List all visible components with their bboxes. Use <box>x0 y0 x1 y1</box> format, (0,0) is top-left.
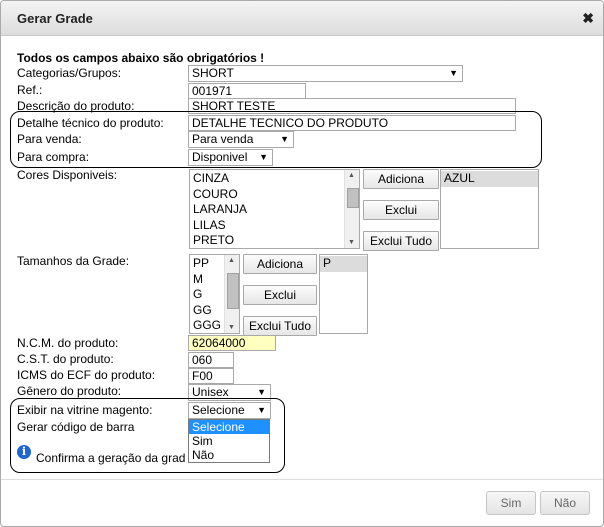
chevron-down-icon: ▼ <box>280 134 289 144</box>
list-item[interactable]: CINZA <box>190 171 359 187</box>
footer-divider <box>1 479 603 480</box>
list-item[interactable]: LARANJA <box>190 202 359 218</box>
list-item[interactable]: P <box>320 256 367 272</box>
icms-input[interactable]: F00 <box>188 368 234 384</box>
tamanhos-available-list[interactable]: PP M G GG GGG ▲ ▼ <box>189 254 240 334</box>
vitrine-select[interactable]: Selecione ▼ <box>188 402 271 419</box>
tamanhos-exclui-tudo-button[interactable]: Exclui Tudo <box>243 316 317 336</box>
sim-button[interactable]: Sim <box>486 491 536 515</box>
cores-scrollbar[interactable]: ▲ ▼ <box>344 170 359 248</box>
list-item[interactable]: LILAS <box>190 218 359 234</box>
tamanhos-label: Tamanhos da Grade: <box>17 254 130 268</box>
categorias-label: Categorias/Grupos: <box>17 66 122 80</box>
ref-label: Ref.: <box>17 83 43 97</box>
chevron-down-icon: ▼ <box>259 152 268 162</box>
close-icon[interactable]: ✖ <box>582 10 594 27</box>
gerar-grade-dialog: Gerar Grade ✖ Todos os campos abaixo são… <box>0 0 604 527</box>
scroll-thumb[interactable] <box>227 273 239 309</box>
cores-selected-list[interactable]: AZUL <box>440 169 539 249</box>
para-compra-label: Para compra: <box>17 150 90 164</box>
scroll-up-icon[interactable]: ▲ <box>228 257 235 264</box>
cores-exclui-tudo-button[interactable]: Exclui Tudo <box>363 231 439 251</box>
ref-input[interactable]: 001971 <box>188 83 306 99</box>
dropdown-option-sim[interactable]: Sim <box>189 434 269 448</box>
required-notice: Todos os campos abaixo são obrigatórios … <box>17 51 265 65</box>
tamanhos-selected-list[interactable]: P <box>319 254 368 334</box>
cores-adiciona-button[interactable]: Adiciona <box>363 169 439 189</box>
para-venda-select[interactable]: Para venda ▼ <box>188 131 294 148</box>
categorias-select[interactable]: SHORT ▼ <box>188 65 463 82</box>
cores-available-list[interactable]: CINZA COURO LARANJA LILAS PRETO ▲ ▼ <box>189 169 360 249</box>
tamanhos-scrollbar[interactable]: ▲ ▼ <box>224 255 239 333</box>
confirma-text: Confirma a geração da grad <box>36 451 186 465</box>
vitrine-select-value: Selecione <box>192 403 245 417</box>
icms-label: ICMS do ECF do produto: <box>17 368 156 382</box>
dropdown-option-nao[interactable]: Não <box>189 448 269 462</box>
genero-label: Gênero do produto: <box>17 384 122 398</box>
scroll-up-icon[interactable]: ▲ <box>348 172 355 179</box>
cst-label: C.S.T. do produto: <box>17 352 114 366</box>
scroll-down-icon[interactable]: ▼ <box>348 239 355 246</box>
chevron-down-icon: ▼ <box>449 68 458 78</box>
tamanhos-adiciona-button[interactable]: Adiciona <box>243 254 317 274</box>
list-item[interactable]: AZUL <box>441 171 538 187</box>
vitrine-label: Exibir na vitrine magento: <box>17 403 153 417</box>
cst-input[interactable]: 060 <box>188 352 234 368</box>
dialog-titlebar: Gerar Grade ✖ <box>1 1 603 36</box>
para-venda-label: Para venda: <box>17 132 82 146</box>
list-item[interactable]: PRETO <box>190 233 359 248</box>
scroll-thumb[interactable] <box>347 188 359 208</box>
info-icon: i <box>17 445 31 459</box>
vitrine-dropdown-list[interactable]: Selecione Sim Não <box>188 419 270 463</box>
list-item[interactable]: COURO <box>190 187 359 203</box>
dialog-title: Gerar Grade <box>17 11 93 26</box>
cores-label: Cores Disponiveis: <box>17 168 118 182</box>
categorias-select-value: SHORT <box>192 66 234 80</box>
para-compra-select[interactable]: Disponivel ▼ <box>188 149 273 166</box>
detalhe-label: Detalhe técnico do produto: <box>17 116 164 130</box>
cores-exclui-button[interactable]: Exclui <box>363 200 439 220</box>
para-venda-select-value: Para venda <box>192 132 254 146</box>
ncm-input[interactable]: 62064000 <box>188 335 276 351</box>
barra-label: Gerar código de barra <box>17 420 135 434</box>
dropdown-option-selecione[interactable]: Selecione <box>189 420 269 434</box>
genero-select-value: Unisex <box>192 385 229 399</box>
ncm-label: N.C.M. do produto: <box>17 336 119 350</box>
para-compra-select-value: Disponivel <box>192 150 248 164</box>
tamanhos-exclui-button[interactable]: Exclui <box>243 285 317 305</box>
detalhe-input[interactable]: DETALHE TECNICO DO PRODUTO <box>188 115 516 131</box>
chevron-down-icon: ▼ <box>257 405 266 415</box>
scroll-down-icon[interactable]: ▼ <box>228 324 235 331</box>
nao-button[interactable]: Não <box>540 491 590 515</box>
